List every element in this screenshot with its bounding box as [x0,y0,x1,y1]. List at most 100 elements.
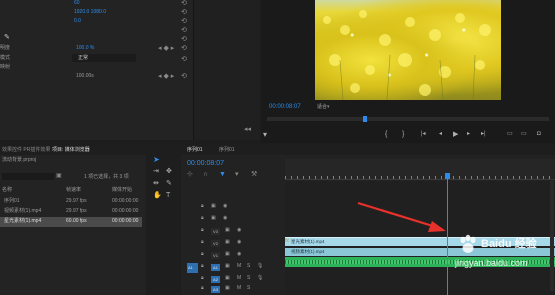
type-tool-icon[interactable]: T [166,191,170,200]
sync-lock-icon[interactable]: ▣ [225,285,230,292]
fit-select[interactable]: 适合 [317,104,327,111]
mute-icon[interactable]: M [237,263,241,270]
mark-out-icon[interactable]: } [402,130,404,139]
sync-lock-icon[interactable]: ▣ [225,275,230,282]
selection-tool-icon[interactable]: ➤ [153,155,160,164]
source-patch-a1[interactable]: A1 [187,263,198,273]
blend-mode-select[interactable]: 正常 [72,54,136,62]
keyframe-nav-icon[interactable]: ◂ ◆ ▸ [158,45,174,53]
go-to-out-icon[interactable]: ▸| [481,130,486,139]
reset-icon[interactable]: ⟲ [181,73,187,81]
effect-value[interactable]: 1920.0 1080.0 [74,9,106,16]
track-label[interactable]: V2 [211,240,220,247]
play-icon[interactable]: ▶ [453,130,458,139]
column-header[interactable]: 帧速率 [66,187,81,194]
lock-icon[interactable]: 🔒︎ [201,227,204,234]
tab-sequence[interactable]: 序列01 [187,147,203,154]
reset-icon[interactable]: ⟲ [181,18,187,26]
folder-icon[interactable]: ▣ [56,172,62,180]
pen-icon[interactable]: ✎ [4,34,10,41]
mute-icon[interactable]: M [237,285,241,292]
mic-icon[interactable]: 🎙︎ [257,263,263,270]
track-label[interactable]: A2 [211,276,220,283]
eye-icon[interactable]: ◉ [223,215,227,222]
sync-lock-icon[interactable]: ▣ [225,239,230,246]
effect-label: 明度 [0,45,11,51]
scrubber-playhead[interactable] [363,116,367,122]
sync-lock-icon[interactable]: ▣ [211,215,216,222]
eye-icon[interactable]: ◉ [223,203,227,210]
effect-value[interactable]: 100.00s [76,73,94,80]
effect-value[interactable]: 0.0 [74,18,81,25]
extract-icon[interactable]: ▭ [521,130,527,139]
reset-icon[interactable]: ⟲ [181,0,187,8]
step-back-icon[interactable]: ◂ [439,130,442,139]
sync-lock-icon[interactable]: ▣ [225,251,230,258]
eye-icon[interactable]: ◉ [237,227,241,234]
snap-icon[interactable]: ⊹ [187,171,193,179]
reset-icon[interactable]: ⟲ [181,45,187,53]
chevron-down-icon[interactable]: ▾ [327,103,330,111]
column-header[interactable]: 媒体开始 [112,187,132,194]
reset-icon[interactable]: ⟲ [181,56,187,64]
reset-icon[interactable]: ⟲ [181,27,187,35]
search-input[interactable] [2,173,54,180]
opacity-value[interactable]: 100.0 % [76,45,94,52]
track-label[interactable]: V1 [211,252,220,259]
list-item[interactable]: 视频素材(1).mp4 29.97 fps 00:00:00:00 [0,207,142,217]
column-header[interactable]: 名称 [2,187,12,194]
program-scrubber[interactable] [267,116,549,122]
linked-selection-icon[interactable]: ∩ [203,171,208,179]
playhead-line[interactable] [447,179,448,295]
tab-project[interactable]: 项目: 媒体浏览器 [52,147,90,154]
program-timecode[interactable]: 00:00:08:07 [269,104,301,111]
track-select-icon[interactable]: ⇥ [153,167,159,176]
list-item[interactable]: 星光素材(1).mp4 60.00 fps 00:00:00:00 [0,217,142,227]
timeline-timecode[interactable]: 00:00:08:07 [187,159,224,168]
razor-tool-icon[interactable]: ⇹ [153,179,159,188]
timeline-nav-icon[interactable]: ◂◂ [244,126,251,134]
lock-icon[interactable]: 🔒︎ [201,239,204,246]
sync-lock-icon[interactable]: ▣ [211,203,216,210]
tab-effects[interactable]: 效果控件 PR插件效果 [2,147,50,154]
lock-icon[interactable]: 🔒︎ [201,203,204,210]
solo-icon[interactable]: S [247,263,250,270]
keyframe-nav-icon[interactable]: ◂ ◆ ▸ [158,73,174,81]
lift-icon[interactable]: ▭ [507,130,513,139]
track-label[interactable]: A3 [211,286,220,293]
list-item[interactable]: 序列01 29.97 fps 00:00:00:00 [0,197,142,207]
pen-tool-icon[interactable]: ✎ [166,179,172,188]
eye-icon[interactable]: ◉ [237,239,241,246]
sync-lock-icon[interactable]: ▣ [225,227,230,234]
track-label[interactable]: A1 [211,264,220,271]
ripple-edit-icon[interactable]: ✥ [166,167,172,176]
hand-tool-icon[interactable]: ✋ [153,191,162,200]
track-label[interactable]: V3 [211,228,220,235]
sync-lock-icon[interactable]: ▣ [225,263,230,270]
go-to-in-icon[interactable]: |◂ [421,130,426,139]
video-preview [315,0,501,100]
marker-icon[interactable]: ▾ [235,171,239,179]
export-frame-icon[interactable]: ◘ [537,130,541,139]
step-forward-icon[interactable]: ▸ [467,130,470,139]
mic-icon[interactable]: 🎙︎ [257,275,263,282]
lock-icon[interactable]: 🔒︎ [201,285,204,292]
add-marker-icon[interactable]: ▼ [219,171,226,179]
mute-icon[interactable]: M [237,275,241,282]
mark-in-icon[interactable]: { [385,130,387,139]
effect-value[interactable]: 60 [74,0,80,7]
reset-icon[interactable]: ⟲ [181,9,187,17]
track-audio-2: 🔒︎ A2 ▣ M S 🎙︎ [199,275,285,285]
lock-icon[interactable]: 🔒︎ [201,263,204,270]
lock-icon[interactable]: 🔒︎ [201,251,204,258]
lock-icon[interactable]: 🔒︎ [201,215,204,222]
add-marker-icon[interactable]: ▾ [263,130,267,139]
eye-icon[interactable]: ◉ [237,251,241,258]
tab-sequence[interactable]: 序列01 [219,147,235,154]
lock-icon[interactable]: 🔒︎ [201,275,204,282]
wrench-icon[interactable]: ⚒ [251,171,257,179]
solo-icon[interactable]: S [247,275,250,282]
reset-icon[interactable]: ⟲ [181,36,187,44]
time-ruler[interactable] [285,159,555,180]
solo-icon[interactable]: S [247,285,250,292]
